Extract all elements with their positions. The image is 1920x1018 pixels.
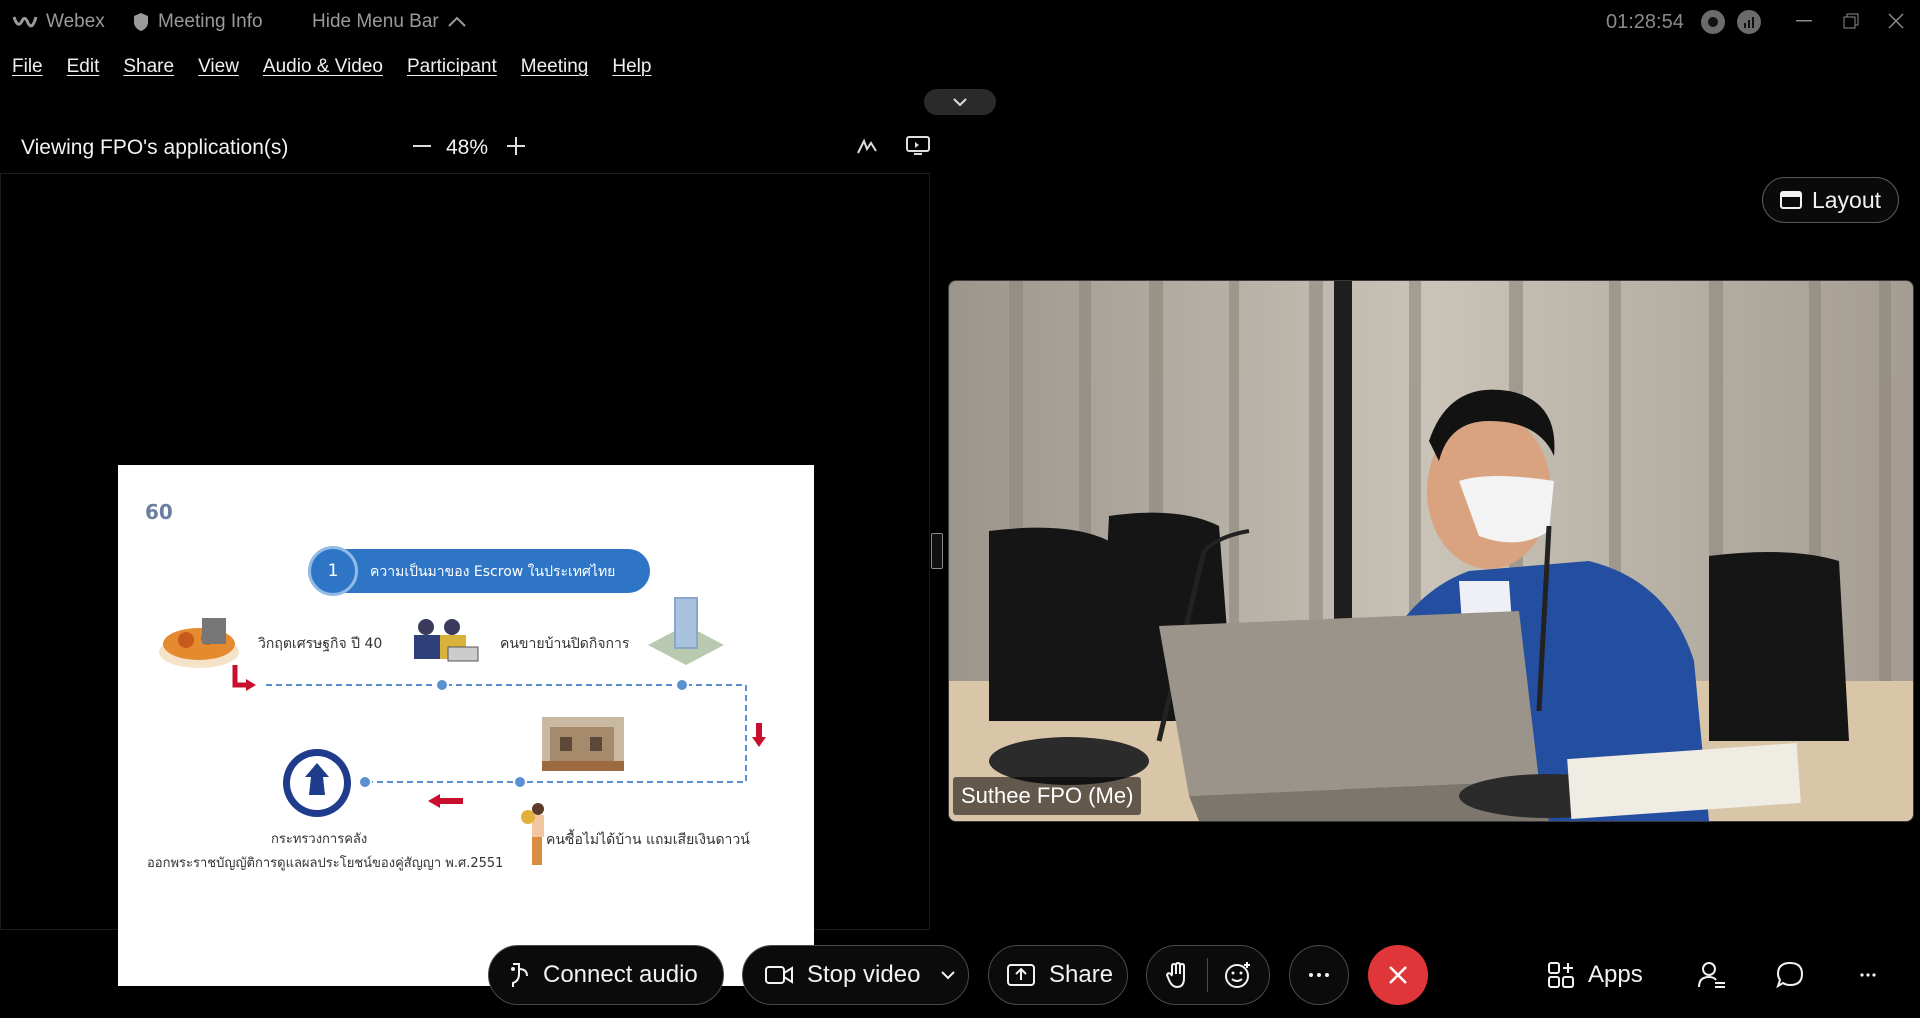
audio-connect-icon (511, 963, 528, 987)
presentation-slide: 60 1 ความเป็นมาของ Escrow ในประเทศไทย วิ… (118, 465, 814, 986)
raise-hand-button[interactable] (1147, 946, 1207, 1004)
app-title: Webex (12, 0, 105, 44)
zoom-out-button[interactable] (408, 132, 436, 160)
timeline-diagram (232, 665, 766, 808)
chevron-up-icon (448, 16, 466, 27)
hide-menu-label: Hide Menu Bar (312, 11, 439, 32)
zoom-level: 48% (446, 136, 489, 159)
slide-label-act: ออกพระราชบัญญัติการดูแลผลประโยชน์ของคู่ส… (147, 856, 504, 871)
connect-audio-button[interactable]: Connect audio (488, 945, 724, 1005)
more-horizontal-icon (1309, 973, 1329, 977)
menu-view[interactable]: View (186, 56, 251, 78)
slide-label-ministry: กระทรวงการคลัง (271, 832, 368, 847)
slide-label-buyers: คนซื้อไม่ได้บ้าน แถมเสียเงินดาวน์ (546, 832, 750, 848)
layout-icon (1779, 191, 1802, 209)
menu-bar: File Edit Share View Audio & Video Parti… (0, 50, 663, 84)
hide-menu-bar-button[interactable]: Hide Menu Bar (312, 0, 467, 44)
share-header: Viewing FPO's application(s) 48% (0, 128, 930, 168)
unfinished-house-icon (542, 717, 624, 771)
app-name: Webex (46, 11, 105, 32)
apps-button[interactable]: Apps (1548, 950, 1643, 1000)
shared-content-area: 60 1 ความเป็นมาของ Escrow ในประเทศไทย วิ… (0, 173, 930, 986)
reactions-group (1146, 945, 1270, 1005)
restore-icon[interactable] (1833, 6, 1869, 36)
meeting-timer: 01:28:54 (1606, 10, 1684, 33)
shield-icon (134, 13, 148, 31)
menu-help[interactable]: Help (600, 56, 663, 78)
emoji-icon (1225, 962, 1251, 988)
network-stats-icon[interactable] (1737, 10, 1761, 34)
meeting-info-label: Meeting Info (158, 11, 263, 32)
participant-name-label: Suthee FPO (Me) (953, 777, 1142, 815)
chevron-down-icon (953, 98, 967, 107)
participant-video-image (949, 281, 1913, 821)
share-screen-icon (1007, 964, 1035, 986)
recording-icon[interactable] (1701, 10, 1725, 34)
share-button[interactable]: Share (988, 945, 1128, 1005)
ministry-of-finance-seal-icon (283, 749, 351, 817)
chevron-down-icon[interactable] (940, 970, 956, 980)
close-window-icon[interactable] (1878, 6, 1914, 36)
zoom-in-button[interactable] (502, 132, 530, 160)
self-video-tile[interactable]: Suthee FPO (Me) (948, 280, 1914, 822)
plus-icon (507, 137, 525, 155)
more-panels-button[interactable] (1860, 950, 1876, 1000)
menu-participant[interactable]: Participant (395, 56, 509, 78)
share-label: Share (1049, 961, 1114, 988)
webex-logo-icon (12, 16, 38, 28)
stop-video-button[interactable]: Stop video (742, 945, 969, 1005)
title-bar: Webex Meeting Info Hide Menu Bar 01:28:5… (0, 0, 1920, 44)
participants-icon (1698, 962, 1725, 988)
raise-hand-icon (1165, 961, 1185, 989)
timeline-dot (675, 678, 689, 692)
layout-label: Layout (1811, 186, 1882, 213)
timeline-dot (358, 775, 372, 789)
meeting-info-button[interactable]: Meeting Info (132, 0, 263, 44)
participants-button[interactable] (1698, 950, 1726, 1000)
menu-file[interactable]: File (0, 56, 55, 78)
apps-label: Apps (1588, 961, 1643, 988)
minus-icon (413, 145, 431, 147)
reactions-button[interactable] (1208, 946, 1270, 1004)
minimize-icon[interactable] (1786, 6, 1822, 36)
connect-audio-label: Connect audio (543, 961, 698, 988)
menu-meeting[interactable]: Meeting (509, 56, 601, 78)
menu-share[interactable]: Share (111, 56, 186, 78)
more-options-button[interactable] (1289, 945, 1349, 1005)
layout-button[interactable]: Layout (1762, 177, 1899, 223)
chat-button[interactable] (1776, 950, 1804, 1000)
collapse-toolbar-button[interactable] (924, 89, 996, 115)
menu-audio-video[interactable]: Audio & Video (251, 56, 395, 78)
share-title: Viewing FPO's application(s) (21, 136, 289, 159)
video-camera-icon (765, 966, 793, 984)
panel-resize-handle[interactable] (931, 533, 943, 569)
close-icon (1389, 966, 1407, 984)
timeline-dot (513, 775, 527, 789)
menu-edit[interactable]: Edit (55, 56, 112, 78)
remote-control-icon[interactable] (903, 132, 933, 160)
annotate-icon[interactable] (853, 132, 881, 160)
apps-icon (1548, 962, 1574, 988)
end-meeting-button[interactable] (1368, 945, 1428, 1005)
chat-icon (1776, 961, 1804, 989)
timeline-dot (435, 678, 449, 692)
stop-video-label: Stop video (807, 961, 921, 988)
more-horizontal-icon (1860, 973, 1876, 977)
